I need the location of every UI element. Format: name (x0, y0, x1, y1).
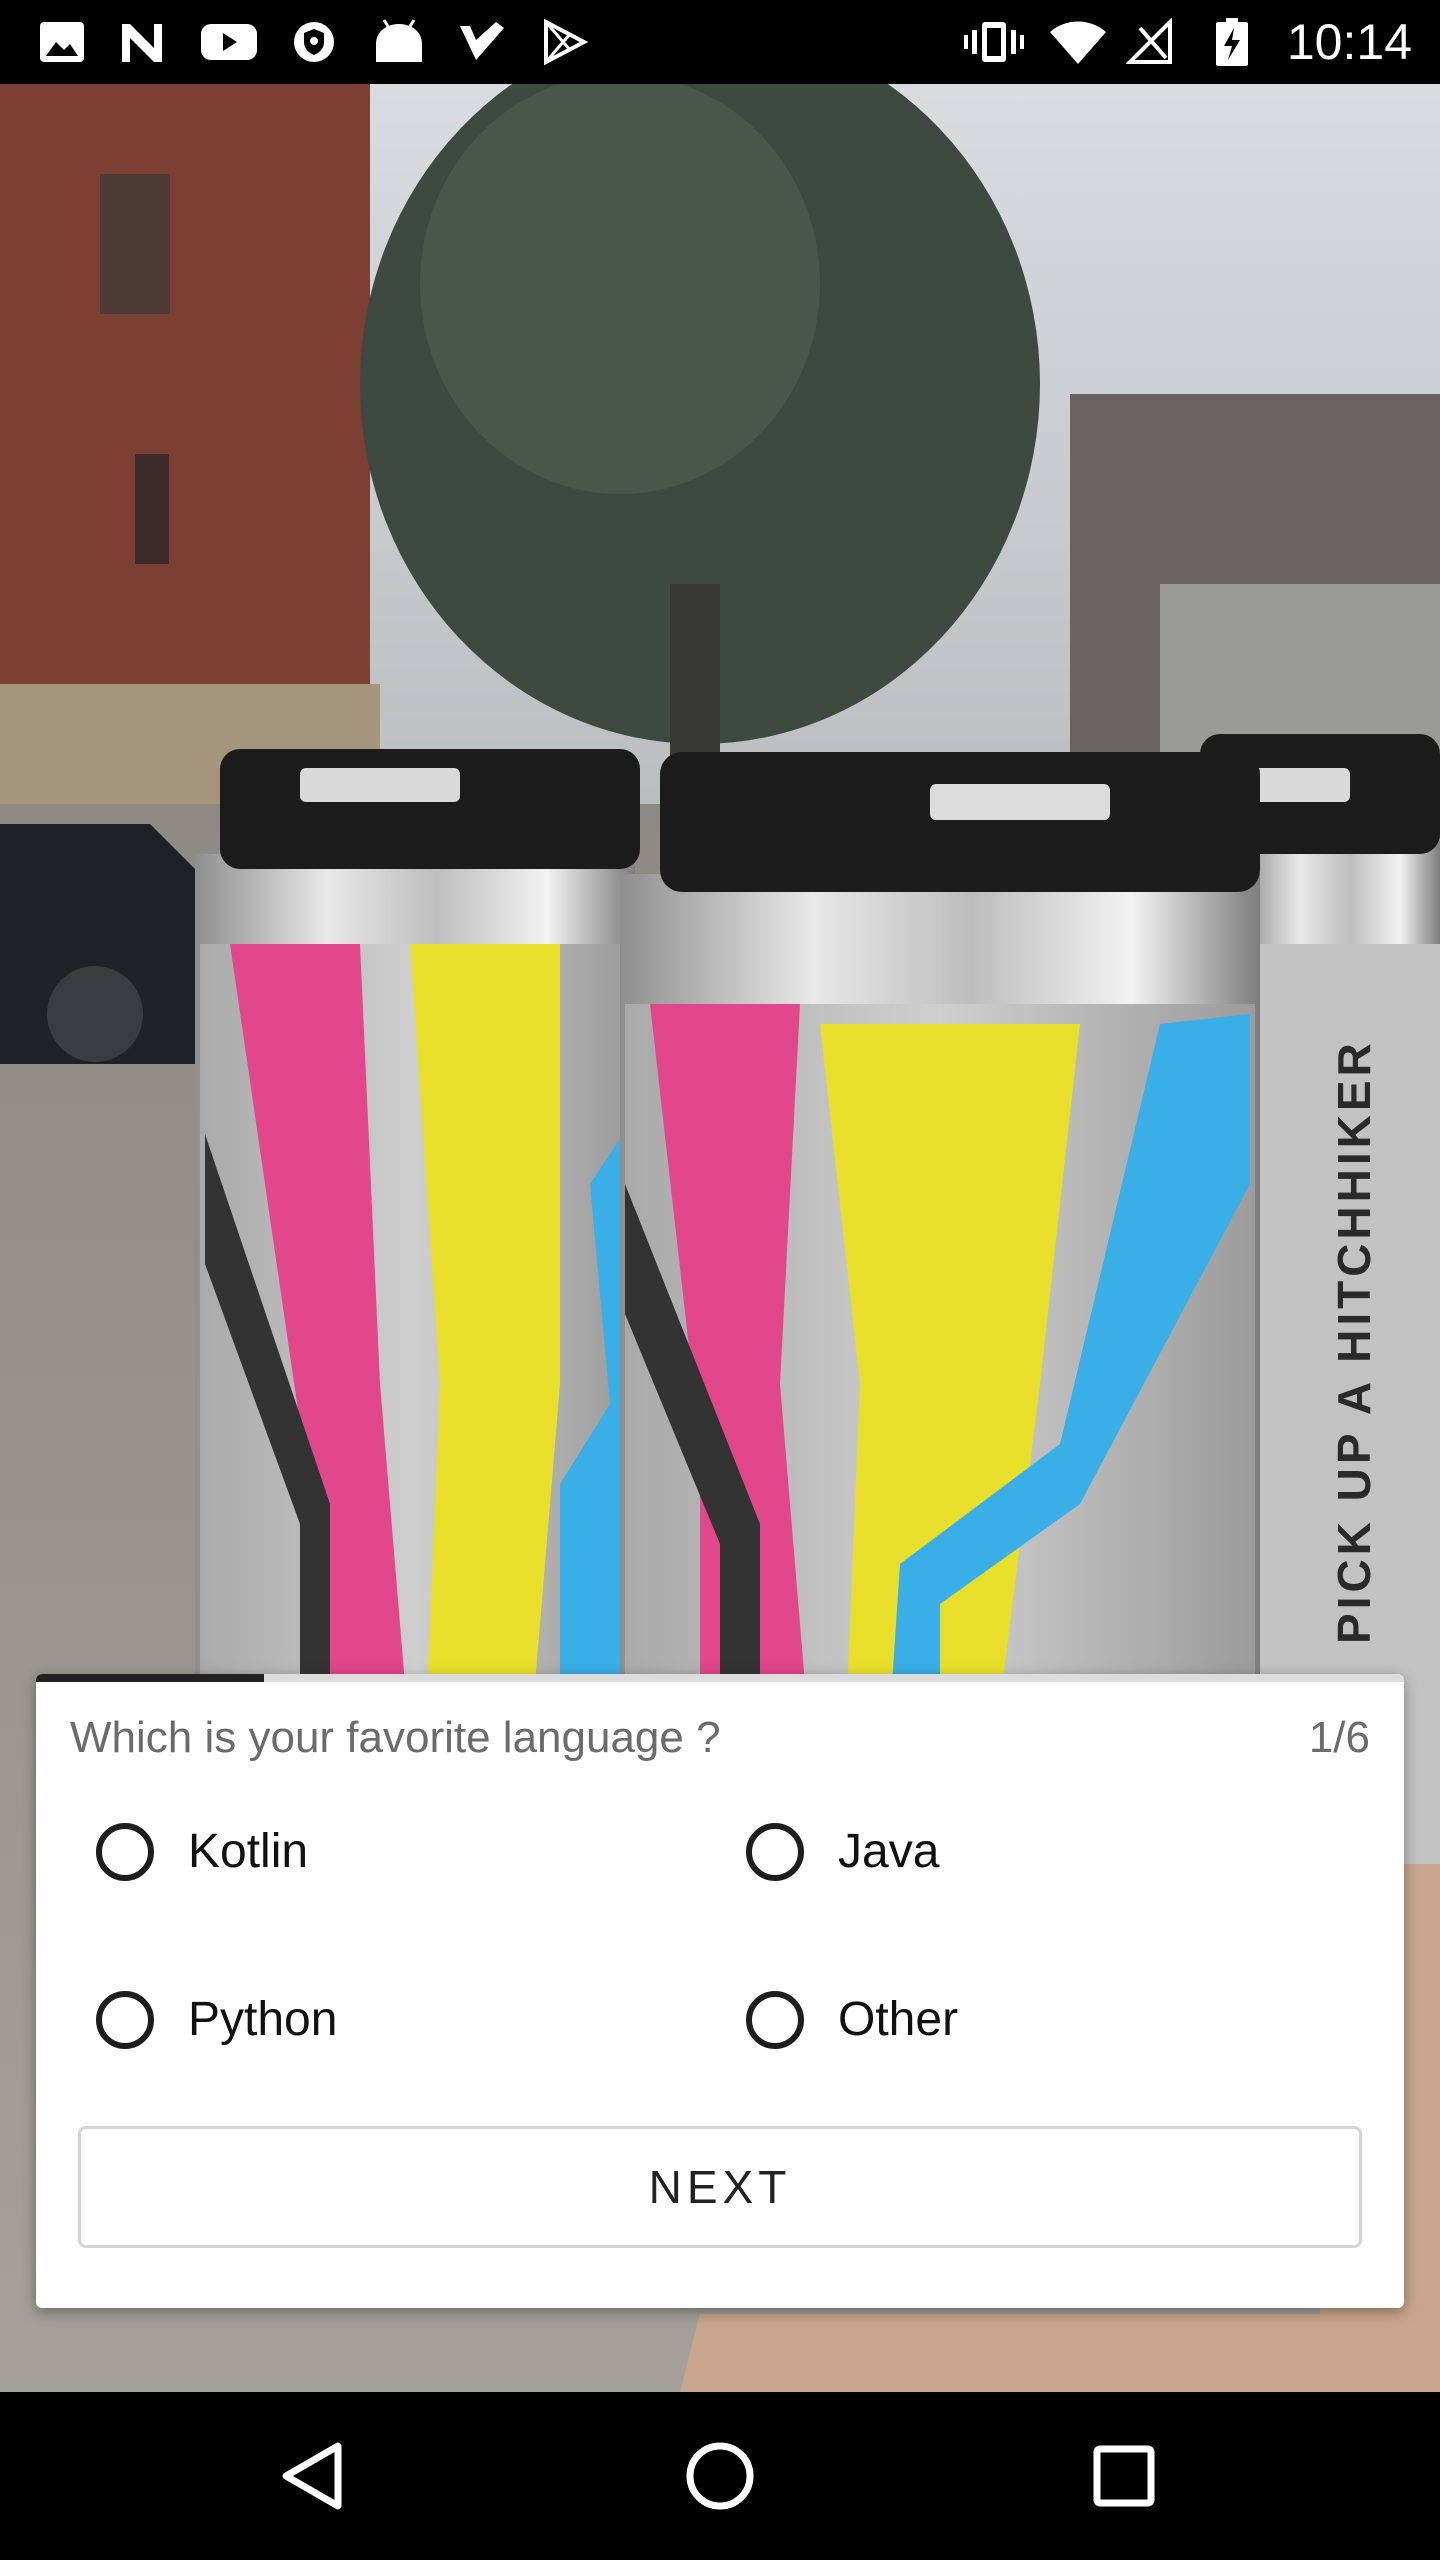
progress-track (36, 1674, 1404, 1682)
radio-button[interactable] (96, 1991, 154, 2049)
android-icon (376, 19, 422, 62)
option-other[interactable]: Other (746, 1980, 958, 2060)
radio-button[interactable] (746, 1823, 804, 1881)
gallery-icon (40, 22, 84, 62)
shield-icon (294, 22, 334, 62)
vibrate-icon (964, 22, 1024, 62)
no-signal-icon (1126, 18, 1172, 64)
radio-button[interactable] (746, 1991, 804, 2049)
navigation-bar (0, 2392, 1440, 2560)
option-label: Python (188, 1993, 338, 2046)
home-icon[interactable] (676, 2432, 764, 2520)
option-java[interactable]: Java (746, 1812, 939, 1892)
play-store-icon (544, 18, 588, 66)
back-icon[interactable] (272, 2432, 360, 2520)
youtube-icon (201, 24, 257, 60)
option-kotlin[interactable]: Kotlin (96, 1812, 308, 1892)
recents-icon[interactable] (1080, 2432, 1168, 2520)
question-counter: 1/6 (1308, 1713, 1370, 1762)
option-python[interactable]: Python (96, 1980, 337, 2060)
status-bar: 10:14 (0, 0, 1440, 84)
n-icon (122, 24, 162, 62)
question-text: Which is your favorite language ? (70, 1713, 721, 1762)
wifi-icon (1050, 21, 1106, 64)
option-label: Other (838, 1993, 959, 2046)
radio-button[interactable] (96, 1823, 154, 1881)
check-icon (460, 22, 504, 60)
can-label-text: PICK UP A HITCHHIKER (1328, 1039, 1380, 1644)
option-label: Kotlin (188, 1825, 309, 1878)
progress-fill (36, 1674, 265, 1682)
battery-charging-icon (1216, 18, 1248, 66)
option-label: Java (838, 1825, 940, 1878)
survey-card: Which is your favorite language ? 1/6 Ko… (36, 1674, 1404, 2308)
next-button[interactable]: NEXT (78, 2126, 1362, 2248)
status-time: 10:14 (1286, 14, 1412, 70)
